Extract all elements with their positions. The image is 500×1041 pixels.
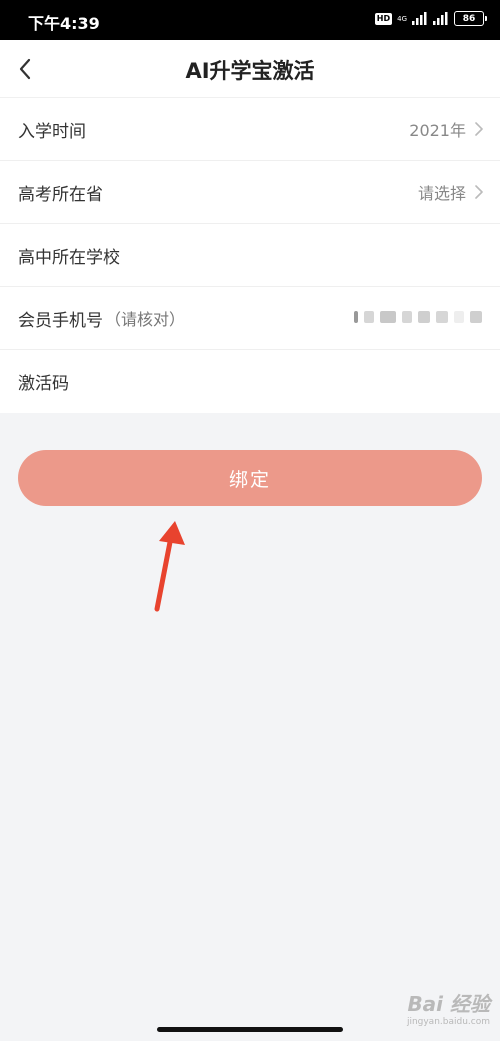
enrollment-year-value: 2021年 [409, 121, 466, 140]
battery-icon: 86 [454, 11, 487, 26]
high-school-row[interactable]: 高中所在学校 [0, 224, 500, 287]
chevron-right-icon [475, 122, 483, 136]
page-title: AI升学宝激活 [185, 59, 315, 83]
activation-code-row[interactable]: 激活码 [0, 350, 500, 413]
nav-bar: AI升学宝激活 [0, 40, 500, 98]
member-phone-row[interactable]: 会员手机号 （请核对） [0, 287, 500, 350]
signal-icon-2 [433, 12, 448, 25]
status-icons: HD 4G 86 [374, 11, 487, 26]
row-label: 高中所在学校 [18, 247, 120, 268]
status-bar: 下午4:39 HD 4G 86 [0, 0, 500, 40]
hd-icon: HD [374, 12, 393, 25]
exam-province-row[interactable]: 高考所在省 请选择 [0, 161, 500, 224]
row-label: 激活码 [18, 374, 69, 394]
network-label: 4G [397, 14, 407, 23]
watermark-logo: Bai 经验 [407, 992, 490, 1016]
battery-level: 86 [462, 13, 476, 24]
exam-province-value: 请选择 [417, 184, 466, 203]
activation-form: 入学时间 2021年 高考所在省 请选择 高中所在学校 会员手机号 （请核对） [0, 98, 500, 413]
blurred-phone-value [354, 311, 482, 323]
status-time: 下午4:39 [28, 14, 100, 33]
enrollment-year-row[interactable]: 入学时间 2021年 [0, 98, 500, 161]
row-label: 入学时间 [18, 121, 86, 142]
bind-button[interactable]: 绑定 [18, 450, 482, 506]
red-arrow-icon [154, 521, 185, 612]
row-hint: （请核对） [105, 310, 186, 329]
watermark-url: jingyan.baidu.com [406, 1017, 490, 1027]
chevron-right-icon [475, 185, 483, 199]
signal-icon [412, 12, 427, 25]
row-label: 高考所在省 [18, 184, 103, 205]
home-indicator[interactable] [157, 1027, 343, 1032]
row-label: 会员手机号 [18, 310, 103, 331]
watermark: Bai 经验 jingyan.baidu.com [407, 988, 490, 1027]
